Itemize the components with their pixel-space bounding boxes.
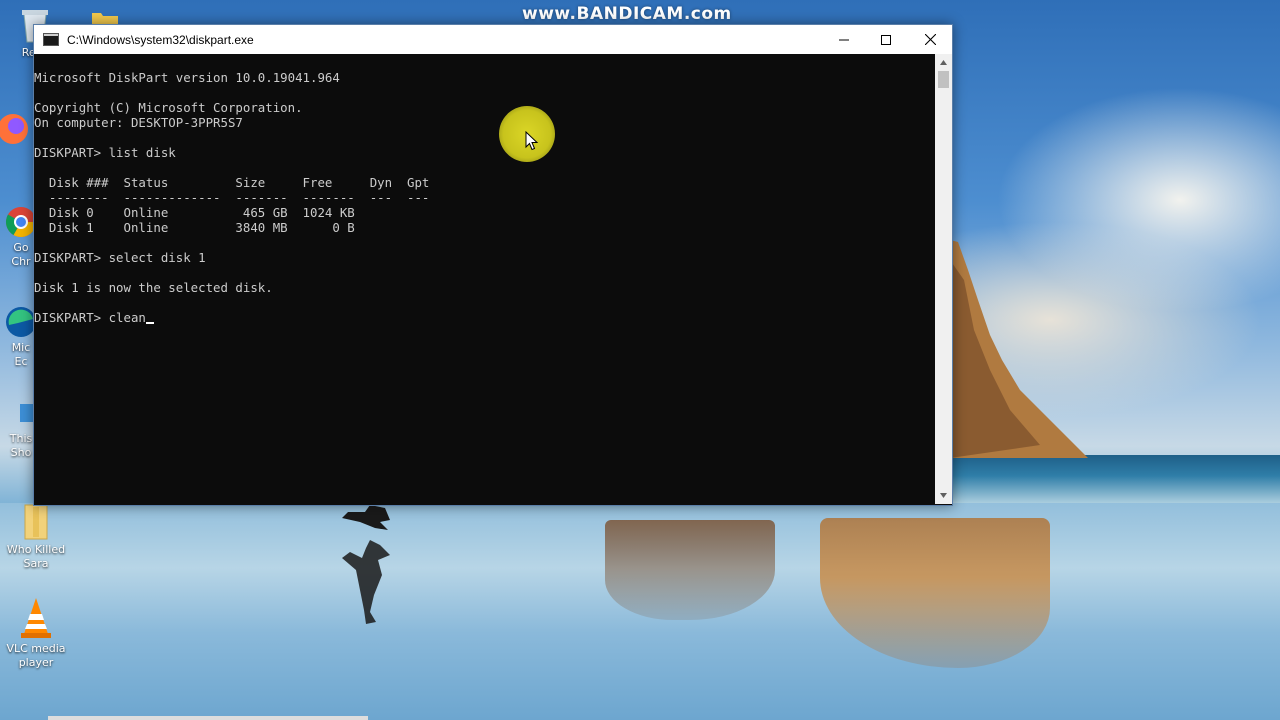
console-line: Disk 1 is now the selected disk. (34, 280, 273, 295)
diskpart-window[interactable]: C:\Windows\system32\diskpart.exe Microso… (33, 24, 953, 506)
wallpaper-sea (950, 455, 1280, 507)
desktop: www.BANDICAM.com Recy Fir Go Chr Mic Ec (0, 0, 1280, 720)
close-icon (924, 34, 936, 45)
scroll-down-button[interactable] (935, 487, 952, 504)
maximize-button[interactable] (864, 25, 908, 54)
desktop-icon-vlc-media-player[interactable]: VLC media player (1, 596, 71, 670)
window-title: C:\Windows\system32\diskpart.exe (67, 32, 254, 47)
console-line: DISKPART> select disk 1 (34, 250, 206, 265)
wallpaper-cliff (950, 240, 1088, 458)
wallpaper-reflection (605, 520, 775, 620)
console-line: -------- ------------- ------- ------- -… (34, 190, 430, 205)
arrow-up-icon (940, 60, 947, 65)
console-line: Disk 0 Online 465 GB 1024 KB (34, 205, 355, 220)
console-prompt-text: DISKPART> clean (34, 310, 146, 325)
console-line: DISKPART> list disk (34, 145, 176, 160)
scrollbar-thumb[interactable] (938, 71, 949, 88)
window-titlebar[interactable]: C:\Windows\system32\diskpart.exe (34, 25, 952, 54)
console-line: Disk 1 Online 3840 MB 0 B (34, 220, 355, 235)
desktop-icon-who-killed-sara[interactable]: Who Killed Sara (1, 503, 71, 571)
vertical-scrollbar[interactable] (935, 54, 952, 504)
maximize-icon (881, 34, 891, 45)
desktop-icon-label: VLC media player (6, 642, 66, 669)
folder-icon (24, 504, 48, 540)
console-app-icon (43, 33, 59, 46)
bandicam-watermark: www.BANDICAM.com (522, 4, 732, 24)
console-output[interactable]: Microsoft DiskPart version 10.0.19041.96… (34, 54, 934, 504)
console-line: Microsoft DiskPart version 10.0.19041.96… (34, 70, 340, 85)
taskbar-edge (48, 716, 368, 720)
minimize-button[interactable] (822, 25, 866, 54)
firefox-icon (0, 114, 28, 144)
desktop-icon-label: Who Killed Sara (6, 543, 66, 570)
minimize-icon (839, 39, 849, 40)
console-line: Copyright (C) Microsoft Corporation. (34, 100, 303, 115)
console-prompt-line[interactable]: DISKPART> clean (34, 310, 934, 325)
arrow-down-icon (940, 493, 947, 498)
close-button[interactable] (908, 25, 952, 54)
console-line: On computer: DESKTOP-3PPR5S7 (34, 115, 243, 130)
vlc-cone-icon (21, 598, 51, 638)
scroll-up-button[interactable] (935, 54, 952, 71)
text-cursor (145, 322, 154, 324)
console-line: Disk ### Status Size Free Dyn Gpt (34, 175, 430, 190)
wallpaper-runner (342, 505, 390, 624)
mouse-pointer-icon (525, 131, 539, 151)
